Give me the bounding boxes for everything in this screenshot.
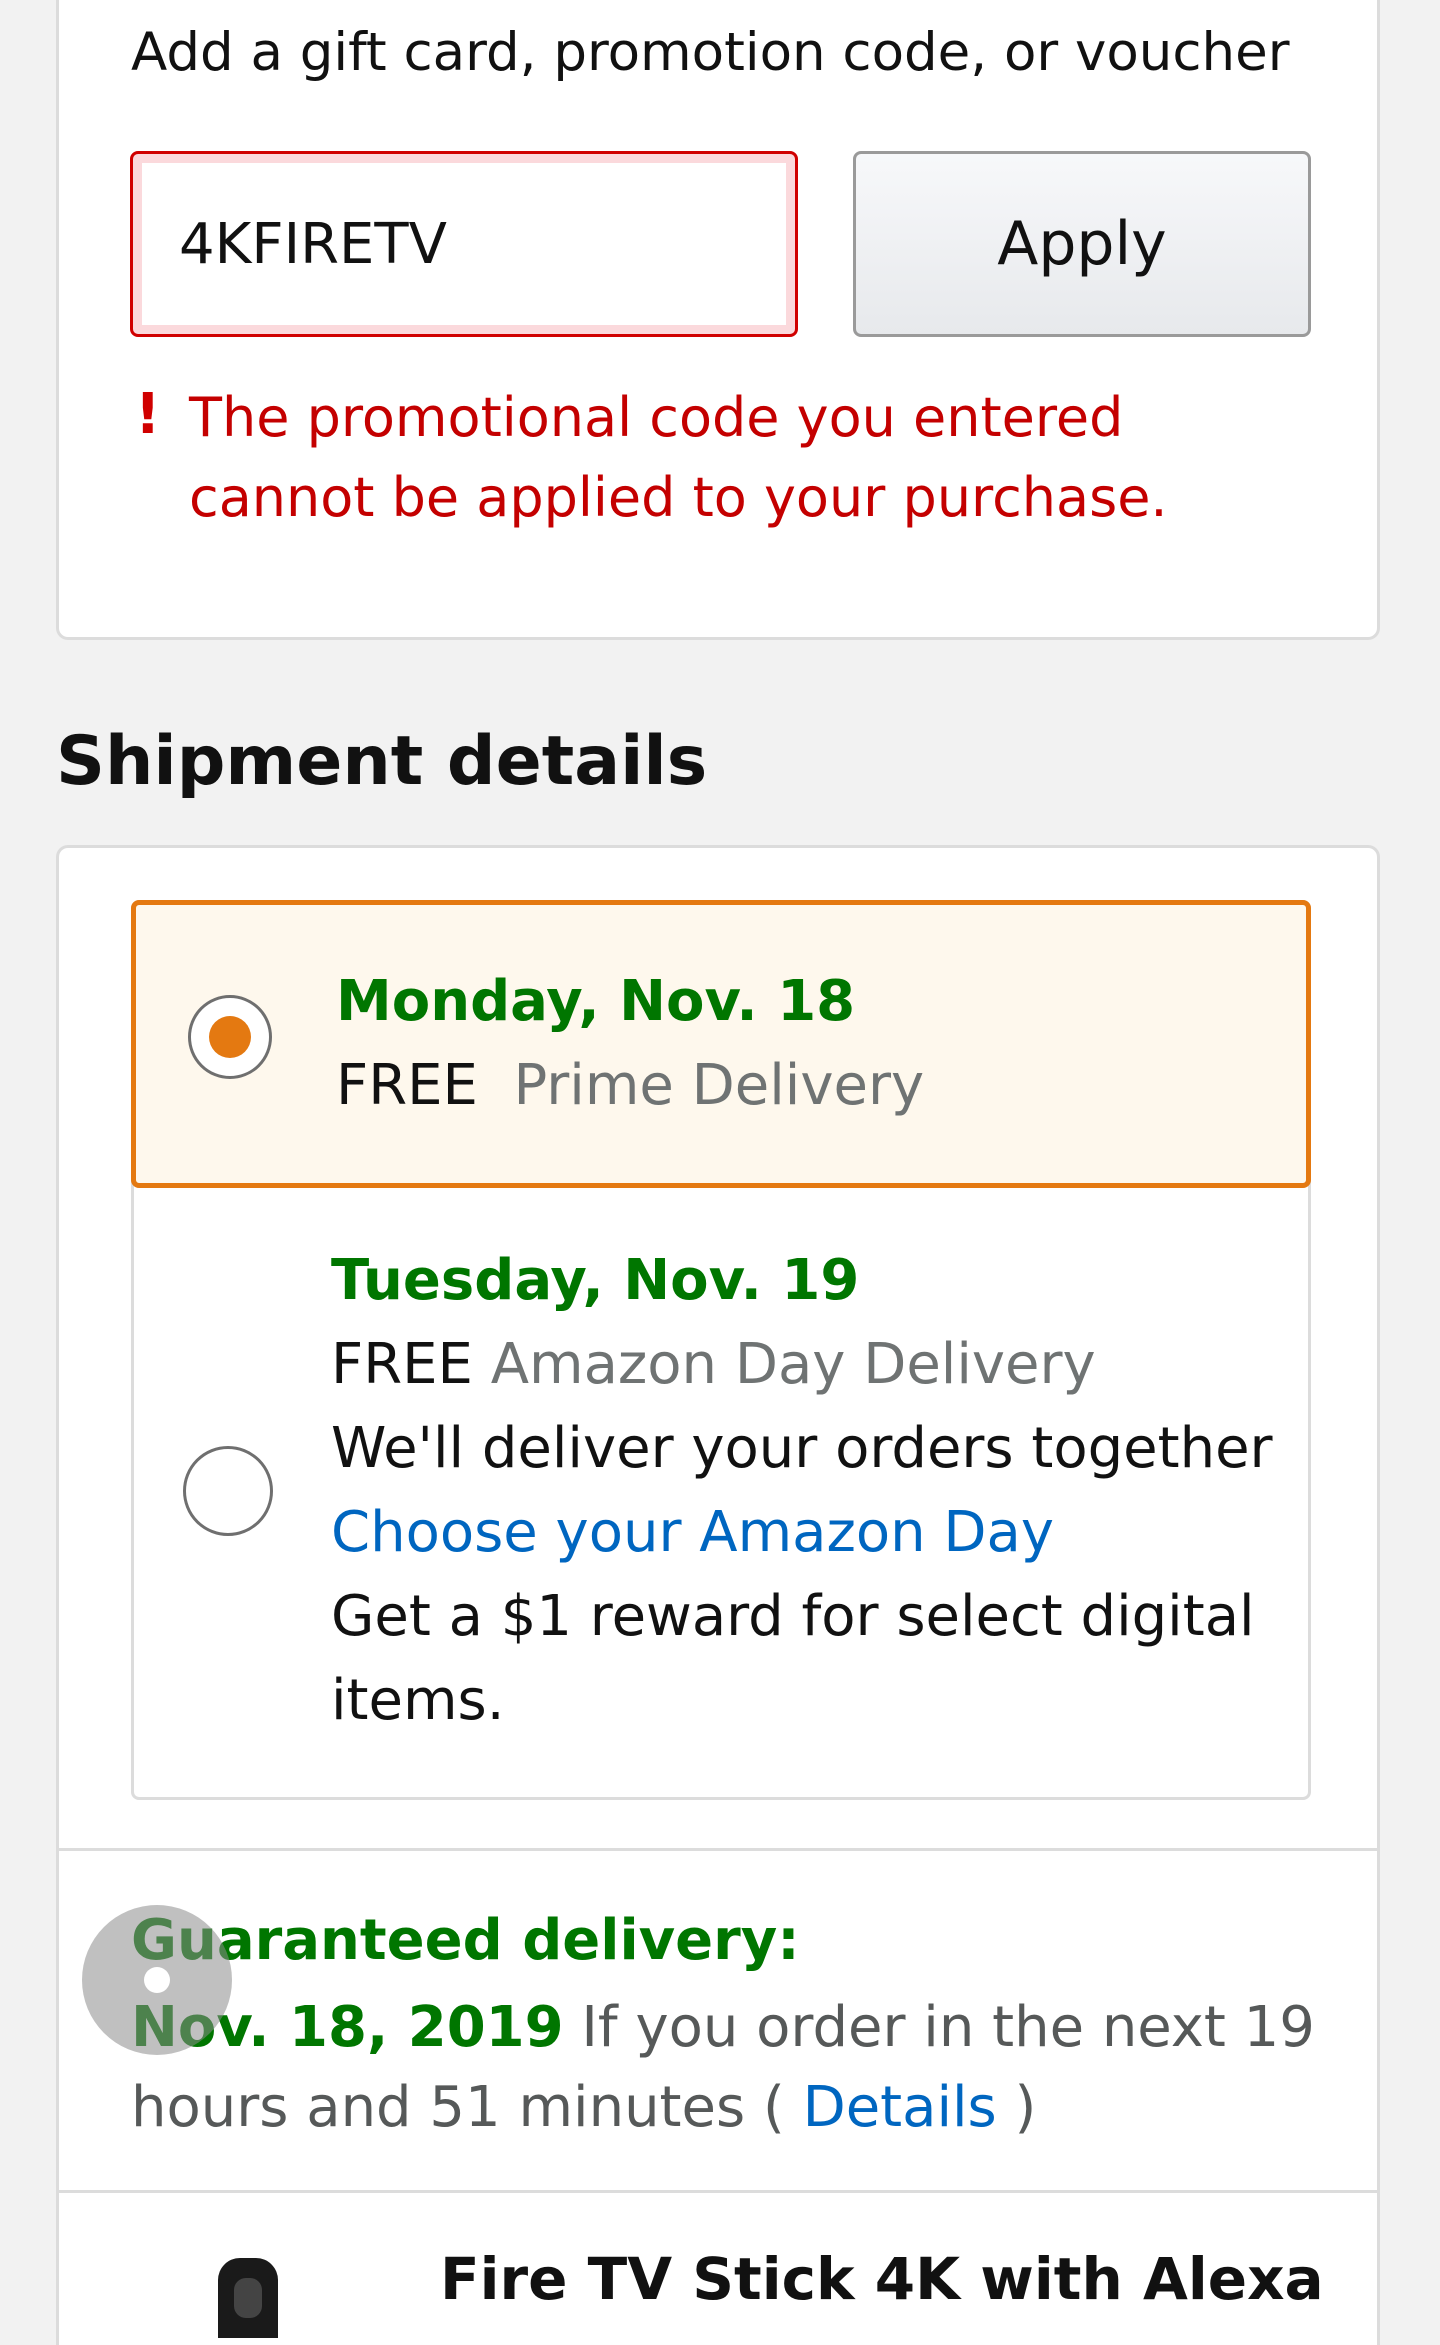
radio-selected-icon[interactable]	[188, 995, 272, 1079]
choose-amazon-day-link[interactable]: Choose your Amazon Day	[331, 1500, 1054, 1565]
price-free: FREE	[331, 1332, 473, 1397]
price-free: FREE	[336, 1053, 478, 1118]
guarantee-text-after: )	[996, 2075, 1037, 2140]
delivery-method: FREE Prime Delivery	[336, 1053, 924, 1118]
guaranteed-delivery-text: Nov. 18, 2019 If you order in the next 1…	[131, 1988, 1331, 2148]
apply-button[interactable]: Apply	[853, 151, 1311, 337]
promo-code-card: Add a gift card, promotion code, or vouc…	[56, 0, 1380, 640]
details-link[interactable]: Details	[803, 2075, 997, 2140]
guaranteed-delivery-title: Guaranteed delivery:	[131, 1908, 800, 1973]
delivery-note: We'll deliver your orders together	[331, 1416, 1273, 1481]
error-icon: !	[135, 382, 161, 447]
method-name: Prime Delivery	[513, 1053, 925, 1118]
product-title[interactable]: Fire TV Stick 4K with Alexa	[440, 2245, 1324, 2313]
promo-code-input[interactable]	[130, 151, 798, 337]
divider	[59, 1848, 1377, 1851]
divider	[59, 2190, 1377, 2193]
shipment-details-title: Shipment details	[56, 722, 708, 801]
delivery-option-monday[interactable]: Monday, Nov. 18 FREE Prime Delivery	[131, 900, 1311, 1188]
floating-help-button[interactable]	[82, 1905, 232, 2055]
reward-text-line2: items.	[331, 1668, 505, 1733]
delivery-date: Tuesday, Nov. 19	[331, 1248, 860, 1313]
method-name: Amazon Day Delivery	[490, 1332, 1096, 1397]
delivery-date: Monday, Nov. 18	[336, 969, 856, 1034]
reward-text-line1: Get a $1 reward for select digital	[331, 1584, 1255, 1649]
delivery-method: FREE Amazon Day Delivery	[331, 1332, 1096, 1397]
delivery-option-tuesday[interactable]: Tuesday, Nov. 19 FREE Amazon Day Deliver…	[131, 1188, 1311, 1800]
fire-tv-stick-image	[218, 2258, 278, 2338]
shipment-card: Monday, Nov. 18 FREE Prime Delivery Tues…	[56, 845, 1380, 2345]
promo-error-message: The promotional code you entered cannot …	[189, 386, 1168, 529]
promo-label: Add a gift card, promotion code, or vouc…	[131, 22, 1290, 83]
radio-unselected-icon[interactable]	[183, 1446, 273, 1536]
